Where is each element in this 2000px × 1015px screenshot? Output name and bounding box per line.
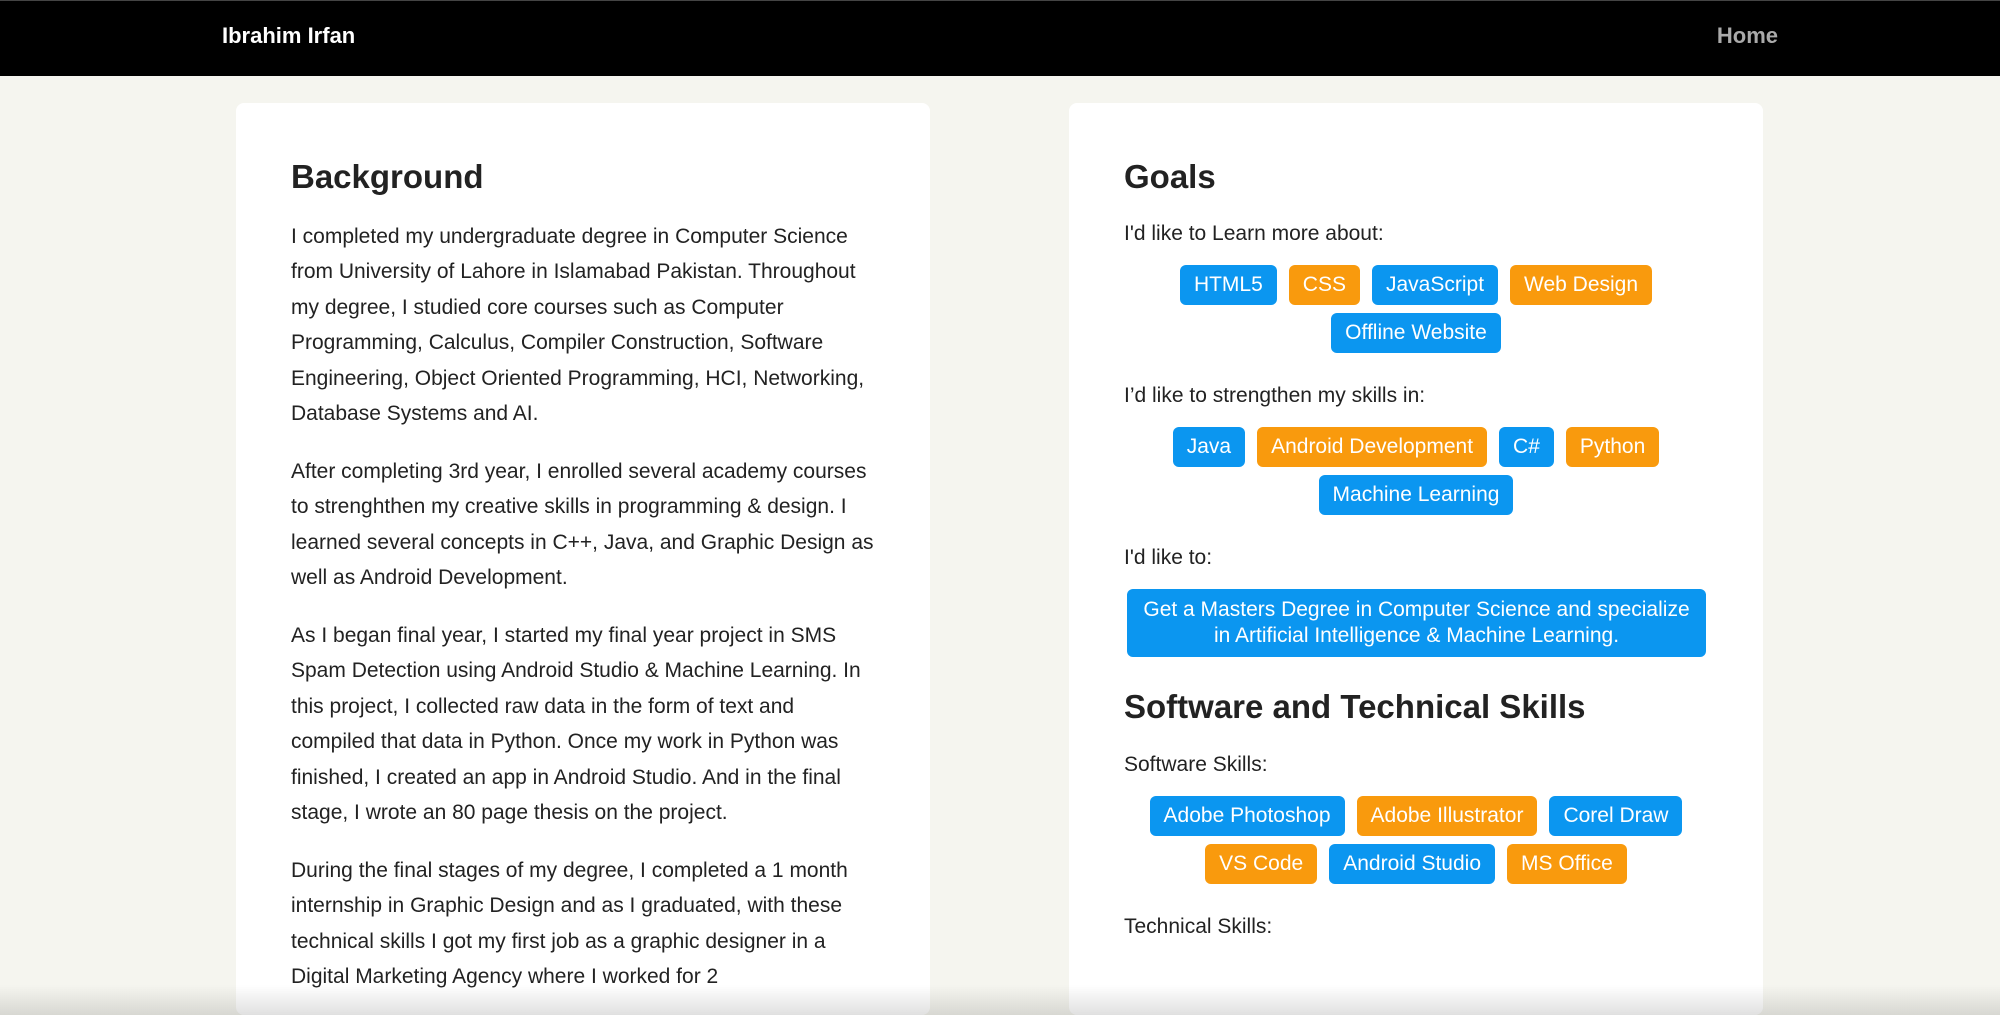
goals-title: Goals <box>1124 158 1216 195</box>
background-paragraph-1: I completed my undergraduate degree in C… <box>291 224 865 426</box>
technical-skills-label: Technical Skills: <box>1124 915 1273 939</box>
top-navbar: Ibrahim Irfan Home <box>0 0 2000 76</box>
learn-label: I'd like to Learn more about: <box>1124 221 1384 245</box>
masters-goal-box[interactable]: Get a Masters Degree in Computer Science… <box>1127 588 1706 657</box>
tag-android-studio[interactable]: Android Studio <box>1329 844 1495 885</box>
software-skills-label: Software Skills: <box>1124 753 1268 777</box>
tag-java[interactable]: Java <box>1172 426 1246 467</box>
tag-ms-office[interactable]: MS Office <box>1507 844 1627 885</box>
tag-web-design[interactable]: Web Design <box>1510 264 1653 305</box>
tag-vs-code[interactable]: VS Code <box>1205 844 1318 885</box>
tag-android-development[interactable]: Android Development <box>1257 426 1488 467</box>
tag-adobe-photoshop[interactable]: Adobe Photoshop <box>1149 796 1345 837</box>
site-brand[interactable]: Ibrahim Irfan <box>222 23 355 49</box>
like-to-label: I'd like to: <box>1124 545 1213 569</box>
nav-home-link[interactable]: Home <box>1717 23 1778 49</box>
tag-offline-website[interactable]: Offline Website <box>1331 312 1501 353</box>
skills-title: Software and Technical Skills <box>1124 687 1586 725</box>
software-tags: Adobe Photoshop Adobe Illustrator Corel … <box>1124 796 1708 885</box>
strengthen-tags: Java Android Development C# Python Machi… <box>1124 426 1708 515</box>
tag-corel-draw[interactable]: Corel Draw <box>1549 796 1683 837</box>
tag-html5[interactable]: HTML5 <box>1179 264 1277 305</box>
tag-python[interactable]: Python <box>1565 426 1660 467</box>
background-card: Background I completed my undergraduate … <box>236 103 930 1015</box>
tag-adobe-illustrator[interactable]: Adobe Illustrator <box>1356 796 1538 837</box>
tag-css[interactable]: CSS <box>1288 264 1360 305</box>
strengthen-label: I’d like to strengthen my skills in: <box>1124 383 1426 407</box>
background-paragraph-3: As I began final year, I started my fina… <box>291 623 861 825</box>
background-paragraph-4: During the final stages of my degree, I … <box>291 858 848 989</box>
learn-tags: HTML5 CSS JavaScript Web Design Offline … <box>1124 264 1708 353</box>
tag-csharp[interactable]: C# <box>1499 426 1554 467</box>
tag-machine-learning[interactable]: Machine Learning <box>1318 474 1514 515</box>
background-paragraph-2: After completing 3rd year, I enrolled se… <box>291 459 874 590</box>
goals-card: Goals I'd like to Learn more about: HTML… <box>1069 103 1763 1015</box>
background-title: Background <box>291 158 484 195</box>
tag-javascript[interactable]: JavaScript <box>1371 264 1499 305</box>
